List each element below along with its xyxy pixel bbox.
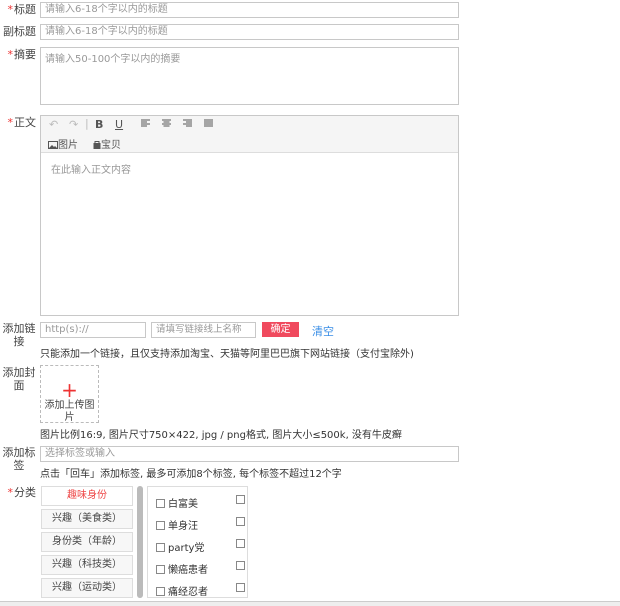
bottom-divider — [0, 601, 620, 606]
undo-icon[interactable]: ↶ — [49, 118, 58, 131]
subtitle-label: 副标题 — [3, 25, 36, 38]
image-icon — [48, 141, 58, 149]
toolbar-divider: | — [85, 117, 89, 130]
category-scrollbar[interactable] — [137, 486, 143, 598]
underline-button[interactable]: U — [115, 118, 123, 131]
tags-input[interactable]: 选择标签或输入 — [40, 446, 459, 462]
tag-option[interactable]: 白富美 — [156, 495, 198, 510]
subtitle-input[interactable]: 请输入6-18个字以内的标题 — [40, 24, 459, 40]
tag-option-clipped[interactable] — [236, 561, 247, 572]
link-name-input[interactable]: 请填写链接线上名称 — [151, 322, 256, 338]
tag-option[interactable]: 懒癌患者 — [156, 561, 208, 576]
rich-text-editor[interactable]: ↶ ↷ | B U 图片 宝贝 在此输入正文内容 — [40, 115, 459, 316]
cover-hint: 图片比例16:9, 图片尺寸750×422, jpg / png格式, 图片大小… — [40, 430, 402, 441]
align-left-icon[interactable] — [141, 118, 150, 131]
checkbox[interactable] — [156, 587, 165, 596]
summary-label: *摘要 — [7, 48, 37, 61]
link-clear-button[interactable]: 清空 — [312, 323, 334, 339]
category-options-panel: 白富美 单身汪 party党 懒癌患者 痛经忍者 — [147, 486, 248, 598]
category-item[interactable]: 趣味身份 — [41, 486, 133, 506]
tag-option-clipped[interactable] — [236, 539, 247, 550]
link-url-input[interactable]: http(s):// — [40, 322, 146, 338]
link-label: 添加链接 — [2, 322, 36, 348]
link-hint: 只能添加一个链接，且仅支持添加淘宝、天猫等阿里巴巴旗下网站链接（支付宝除外) — [40, 349, 414, 360]
editor-toolbar: ↶ ↷ | B U 图片 宝贝 — [41, 116, 458, 153]
bold-button[interactable]: B — [95, 118, 103, 131]
category-label: *分类 — [7, 486, 37, 499]
category-item[interactable]: 兴趣（运动类） — [41, 578, 133, 598]
bag-icon — [93, 141, 101, 149]
title-label: *标题 — [7, 3, 37, 16]
category-item[interactable]: 身份类（年龄） — [41, 532, 133, 552]
tag-option[interactable]: 单身汪 — [156, 517, 198, 532]
upload-label: 添加上传图片 — [44, 400, 95, 423]
insert-image-button[interactable]: 图片 — [48, 136, 78, 151]
cover-label: 添加封面 — [2, 366, 36, 392]
plus-icon: + — [61, 378, 78, 402]
tag-option-clipped[interactable] — [236, 495, 247, 506]
tag-option[interactable]: 痛经忍者 — [156, 583, 208, 597]
tags-hint: 点击「回车」添加标签, 最多可添加8个标签, 每个标签不超过12个字 — [40, 469, 342, 480]
align-right-icon[interactable] — [183, 118, 192, 131]
checkbox[interactable] — [156, 565, 165, 574]
category-item[interactable]: 兴趣（美食类） — [41, 509, 133, 529]
scrollbar-thumb[interactable] — [137, 486, 143, 598]
title-input[interactable]: 请输入6-18个字以内的标题 — [40, 2, 459, 18]
link-confirm-button[interactable]: 确定 — [262, 322, 299, 337]
tag-option[interactable]: party党 — [156, 539, 204, 554]
editor-content[interactable]: 在此输入正文内容 — [51, 161, 131, 176]
align-center-icon[interactable] — [162, 118, 171, 131]
checkbox[interactable] — [156, 543, 165, 552]
align-justify-icon[interactable] — [204, 118, 213, 131]
summary-textarea[interactable]: 请输入50-100个字以内的摘要 — [40, 47, 459, 105]
insert-item-button[interactable]: 宝贝 — [93, 136, 121, 151]
cover-upload-button[interactable]: + 添加上传图片 — [40, 365, 99, 423]
checkbox[interactable] — [156, 521, 165, 530]
redo-icon[interactable]: ↷ — [69, 118, 78, 131]
checkbox[interactable] — [156, 499, 165, 508]
tags-label: 添加标签 — [2, 446, 36, 472]
body-label: *正文 — [7, 116, 37, 129]
category-item[interactable]: 兴趣（科技类） — [41, 555, 133, 575]
tag-option-clipped[interactable] — [236, 517, 247, 528]
tag-option-clipped[interactable] — [236, 583, 247, 594]
